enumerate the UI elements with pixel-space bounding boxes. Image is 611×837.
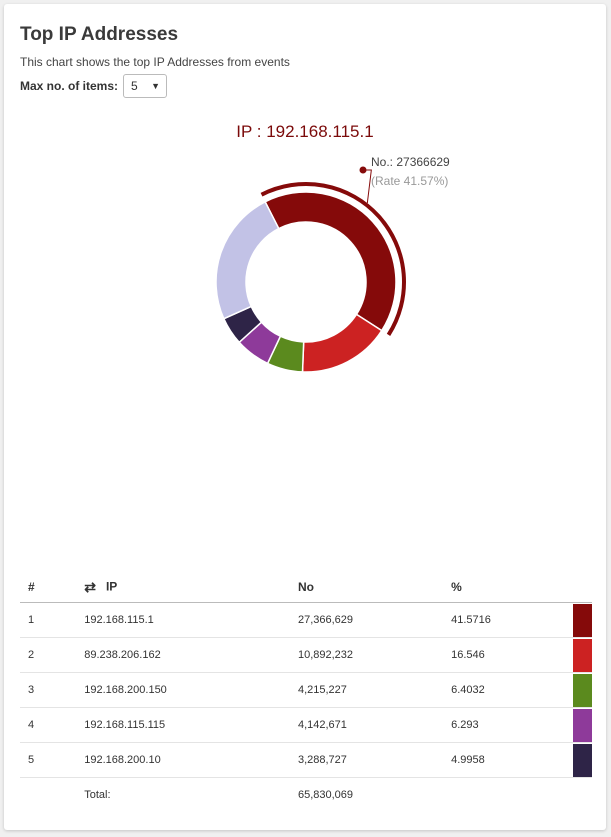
table-row[interactable]: 3 192.168.200.150 4,215,227 6.4032	[20, 672, 592, 708]
row-pct: 4.9958	[443, 742, 565, 778]
header-pct: %	[443, 572, 565, 603]
row-pct: 41.5716	[443, 602, 565, 638]
tooltip-dot	[359, 166, 367, 174]
table-row[interactable]: 5 192.168.200.10 3,288,727 4.9958	[20, 742, 592, 778]
row-ip: 192.168.115.115	[76, 707, 290, 743]
row-num: 2	[20, 637, 77, 673]
row-no: 4,142,671	[289, 707, 444, 743]
total-label: Total:	[84, 789, 111, 801]
row-ip: 192.168.115.1	[76, 602, 290, 638]
table-row[interactable]: 4 192.168.115.115 4,142,671 6.293	[20, 707, 592, 743]
donut-slice[interactable]	[301, 313, 383, 373]
ip-table: # ⇄ IP No % 1 192.168.115.1 27,366,629 41…	[20, 572, 592, 812]
row-color-swatch	[572, 708, 592, 742]
row-ip: 192.168.200.10	[76, 742, 290, 778]
row-num: 3	[20, 672, 77, 708]
row-no: 3,288,727	[289, 742, 444, 778]
row-pct: 6.4032	[443, 672, 565, 708]
row-num: 1	[20, 602, 77, 638]
donut-slice[interactable]	[215, 200, 280, 320]
row-no: 27,366,629	[289, 602, 444, 638]
row-color-swatch	[572, 743, 592, 777]
table-row[interactable]: 1 192.168.115.1 27,366,629 41.5716	[20, 602, 592, 638]
tooltip-rate: (Rate 41.57%)	[371, 174, 449, 188]
header-ip-label: IP	[105, 579, 118, 594]
top-ip-addresses-card: Top IP Addresses This chart shows the to…	[4, 4, 606, 830]
tooltip-count: No.: 27366629	[371, 155, 450, 169]
table-row[interactable]: 2 89.238.206.162 10,892,232 16.546	[20, 637, 592, 673]
header-ip[interactable]: ⇄ IP	[76, 572, 290, 603]
row-num: 5	[20, 742, 77, 778]
row-color-swatch	[572, 603, 592, 637]
header-no: No	[289, 572, 444, 603]
header-color	[564, 572, 592, 603]
row-num: 4	[20, 707, 77, 743]
row-pct: 16.546	[443, 637, 565, 673]
donut-chart	[215, 166, 406, 373]
table-total-row: Total: 65,830,069	[20, 778, 592, 813]
row-no: 4,215,227	[289, 672, 444, 708]
row-no: 10,892,232	[289, 637, 444, 673]
table-header-row: # ⇄ IP No %	[20, 572, 592, 603]
row-ip: 192.168.200.150	[76, 672, 290, 708]
row-color-swatch	[572, 638, 592, 672]
row-ip: 89.238.206.162	[76, 637, 290, 673]
swap-arrows-icon[interactable]: ⇄	[84, 579, 96, 596]
row-pct: 6.293	[443, 707, 565, 743]
row-color-swatch	[572, 673, 592, 707]
header-num: #	[20, 572, 77, 603]
total-value: 65,830,069	[297, 789, 354, 801]
